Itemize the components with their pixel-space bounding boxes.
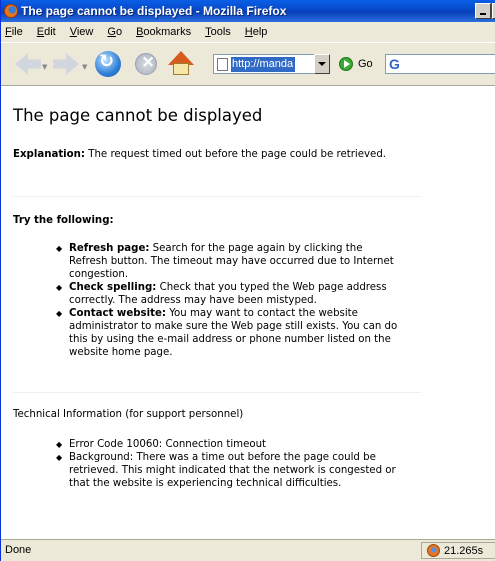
explanation-paragraph: Explanation: The request timed out befor…	[13, 148, 398, 161]
suggestion-label: Check spelling:	[69, 282, 157, 293]
go-arrow-icon[interactable]	[339, 57, 353, 71]
try-heading: Try the following:	[13, 215, 114, 226]
reload-icon[interactable]	[95, 51, 121, 77]
back-arrow-icon[interactable]	[15, 53, 41, 75]
back-dropdown-icon[interactable]: ▼	[42, 63, 47, 71]
url-text[interactable]: http://manda	[231, 56, 295, 72]
browser-window: The page cannot be displayed - Mozilla F…	[0, 0, 495, 561]
list-item: Contact website: You may want to contact…	[56, 307, 404, 359]
url-dropdown-button[interactable]	[314, 54, 330, 74]
window-title: The page cannot be displayed - Mozilla F…	[21, 4, 287, 18]
status-text: Done	[5, 544, 32, 556]
list-item: Background: There was a time out before …	[56, 451, 414, 490]
explanation-text: The request timed out before the page co…	[85, 149, 387, 160]
divider	[13, 196, 421, 197]
tech-info-list: Error Code 10060: Connection timeout Bac…	[56, 438, 414, 490]
list-item: Refresh page: Search for the page again …	[56, 242, 404, 281]
firefox-icon	[4, 4, 18, 18]
suggestion-label: Refresh page:	[69, 243, 150, 254]
menu-go[interactable]: Go	[107, 26, 122, 38]
page-title: The page cannot be displayed	[13, 106, 263, 125]
list-item: Check spelling: Check that you typed the…	[56, 281, 404, 307]
suggestion-label: Contact website:	[69, 308, 166, 319]
url-input[interactable]: http://manda	[213, 54, 315, 74]
list-item: Error Code 10060: Connection timeout	[56, 438, 414, 451]
divider	[13, 392, 421, 393]
page-icon	[217, 57, 228, 71]
menu-help[interactable]: Help	[245, 26, 268, 38]
menu-view[interactable]: View	[70, 26, 94, 38]
stop-icon[interactable]	[135, 52, 157, 75]
explanation-label: Explanation:	[13, 149, 86, 160]
menu-edit[interactable]: Edit	[37, 26, 56, 38]
page-content: The page cannot be displayed Explanation…	[1, 86, 495, 539]
timer-icon	[427, 544, 440, 557]
menu-bar: File Edit View Go Bookmarks Tools Help	[1, 22, 495, 42]
tech-info-heading: Technical Information (for support perso…	[13, 409, 244, 420]
menu-file[interactable]: File	[5, 26, 23, 38]
navigation-toolbar: ▼ ▼ http://manda Go G	[1, 42, 495, 86]
suggestion-list: Refresh page: Search for the page again …	[56, 242, 404, 359]
home-icon[interactable]	[167, 51, 195, 77]
status-bar: Done 21.265s	[1, 539, 495, 561]
search-input[interactable]: G	[385, 54, 495, 74]
menu-bookmarks[interactable]: Bookmarks	[136, 26, 191, 38]
load-timer-panel: 21.265s	[421, 542, 495, 559]
forward-arrow-icon[interactable]	[53, 53, 79, 75]
go-button[interactable]: Go	[358, 58, 373, 70]
minimize-button[interactable]	[475, 3, 491, 19]
title-bar: The page cannot be displayed - Mozilla F…	[1, 0, 495, 22]
forward-dropdown-icon[interactable]: ▼	[82, 63, 87, 71]
load-timer: 21.265s	[444, 544, 484, 557]
menu-tools[interactable]: Tools	[205, 26, 231, 38]
google-logo-icon: G	[389, 56, 400, 72]
